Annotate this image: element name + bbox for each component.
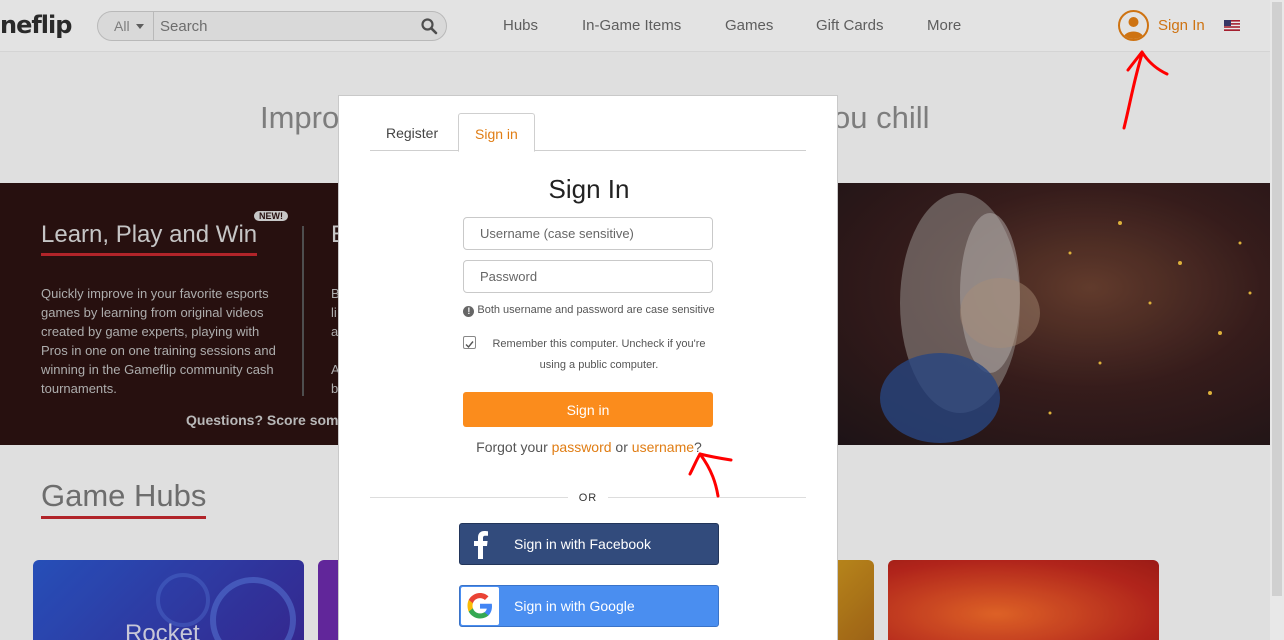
- forgot-credentials: Forgot your password or username?: [339, 439, 839, 455]
- sign-in-button[interactable]: Sign in: [463, 392, 713, 427]
- facebook-label: Sign in with Facebook: [514, 536, 651, 552]
- facebook-sign-in-button[interactable]: Sign in with Facebook: [459, 523, 719, 565]
- sign-in-modal: Register Sign in Sign In !Both username …: [338, 95, 838, 640]
- case-sensitive-hint: ! Both username and password are case sen…: [339, 304, 839, 317]
- google-icon: [461, 587, 499, 625]
- username-field[interactable]: [463, 217, 713, 250]
- forgot-suffix: ?: [694, 439, 702, 455]
- tab-sign-in[interactable]: Sign in: [458, 113, 535, 152]
- info-icon: !: [463, 306, 475, 317]
- hint-text: Both username and password are case sens…: [477, 304, 715, 316]
- password-field[interactable]: [463, 260, 713, 293]
- forgot-prefix: Forgot your: [476, 439, 552, 455]
- google-sign-in-button[interactable]: Sign in with Google: [459, 585, 719, 627]
- forgot-username-link[interactable]: username: [632, 439, 694, 455]
- page-scrollbar[interactable]: [1270, 0, 1284, 640]
- or-label: OR: [568, 492, 608, 504]
- forgot-password-link[interactable]: password: [552, 439, 612, 455]
- modal-title: Sign In: [548, 174, 630, 204]
- remember-label: Remember this computer. Uncheck if you'r…: [492, 338, 706, 371]
- google-label: Sign in with Google: [514, 598, 635, 614]
- facebook-icon: [474, 531, 488, 559]
- forgot-or: or: [611, 439, 632, 455]
- remember-checkbox[interactable]: [463, 336, 476, 349]
- modal-tabs: Register Sign in: [370, 113, 806, 152]
- tab-register[interactable]: Register: [370, 113, 454, 152]
- scrollbar-thumb[interactable]: [1272, 2, 1282, 596]
- checkmark-icon: [465, 341, 474, 349]
